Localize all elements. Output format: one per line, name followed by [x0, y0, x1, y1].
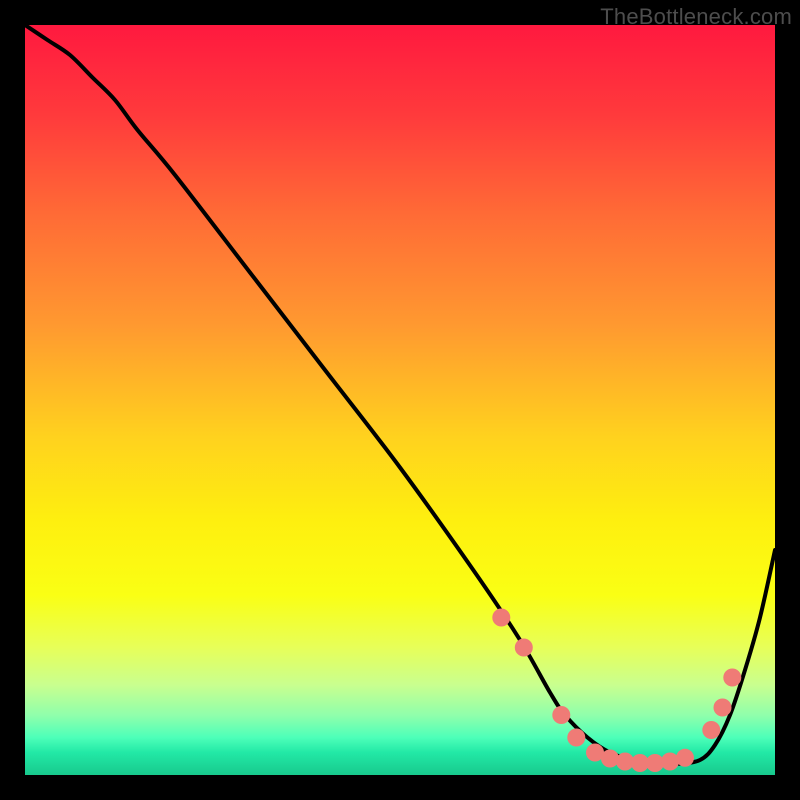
data-marker [702, 721, 720, 739]
data-marker [552, 706, 570, 724]
plot-area [25, 25, 775, 775]
chart-svg [25, 25, 775, 775]
bottleneck-curve [25, 25, 775, 764]
data-marker [676, 749, 694, 767]
data-marker [714, 699, 732, 717]
data-marker [515, 639, 533, 657]
chart-stage: TheBottleneck.com [0, 0, 800, 800]
data-marker [723, 669, 741, 687]
data-markers [492, 609, 741, 773]
data-marker [661, 753, 679, 771]
data-marker [601, 750, 619, 768]
watermark-label: TheBottleneck.com [600, 4, 792, 30]
data-marker [492, 609, 510, 627]
data-marker [567, 729, 585, 747]
